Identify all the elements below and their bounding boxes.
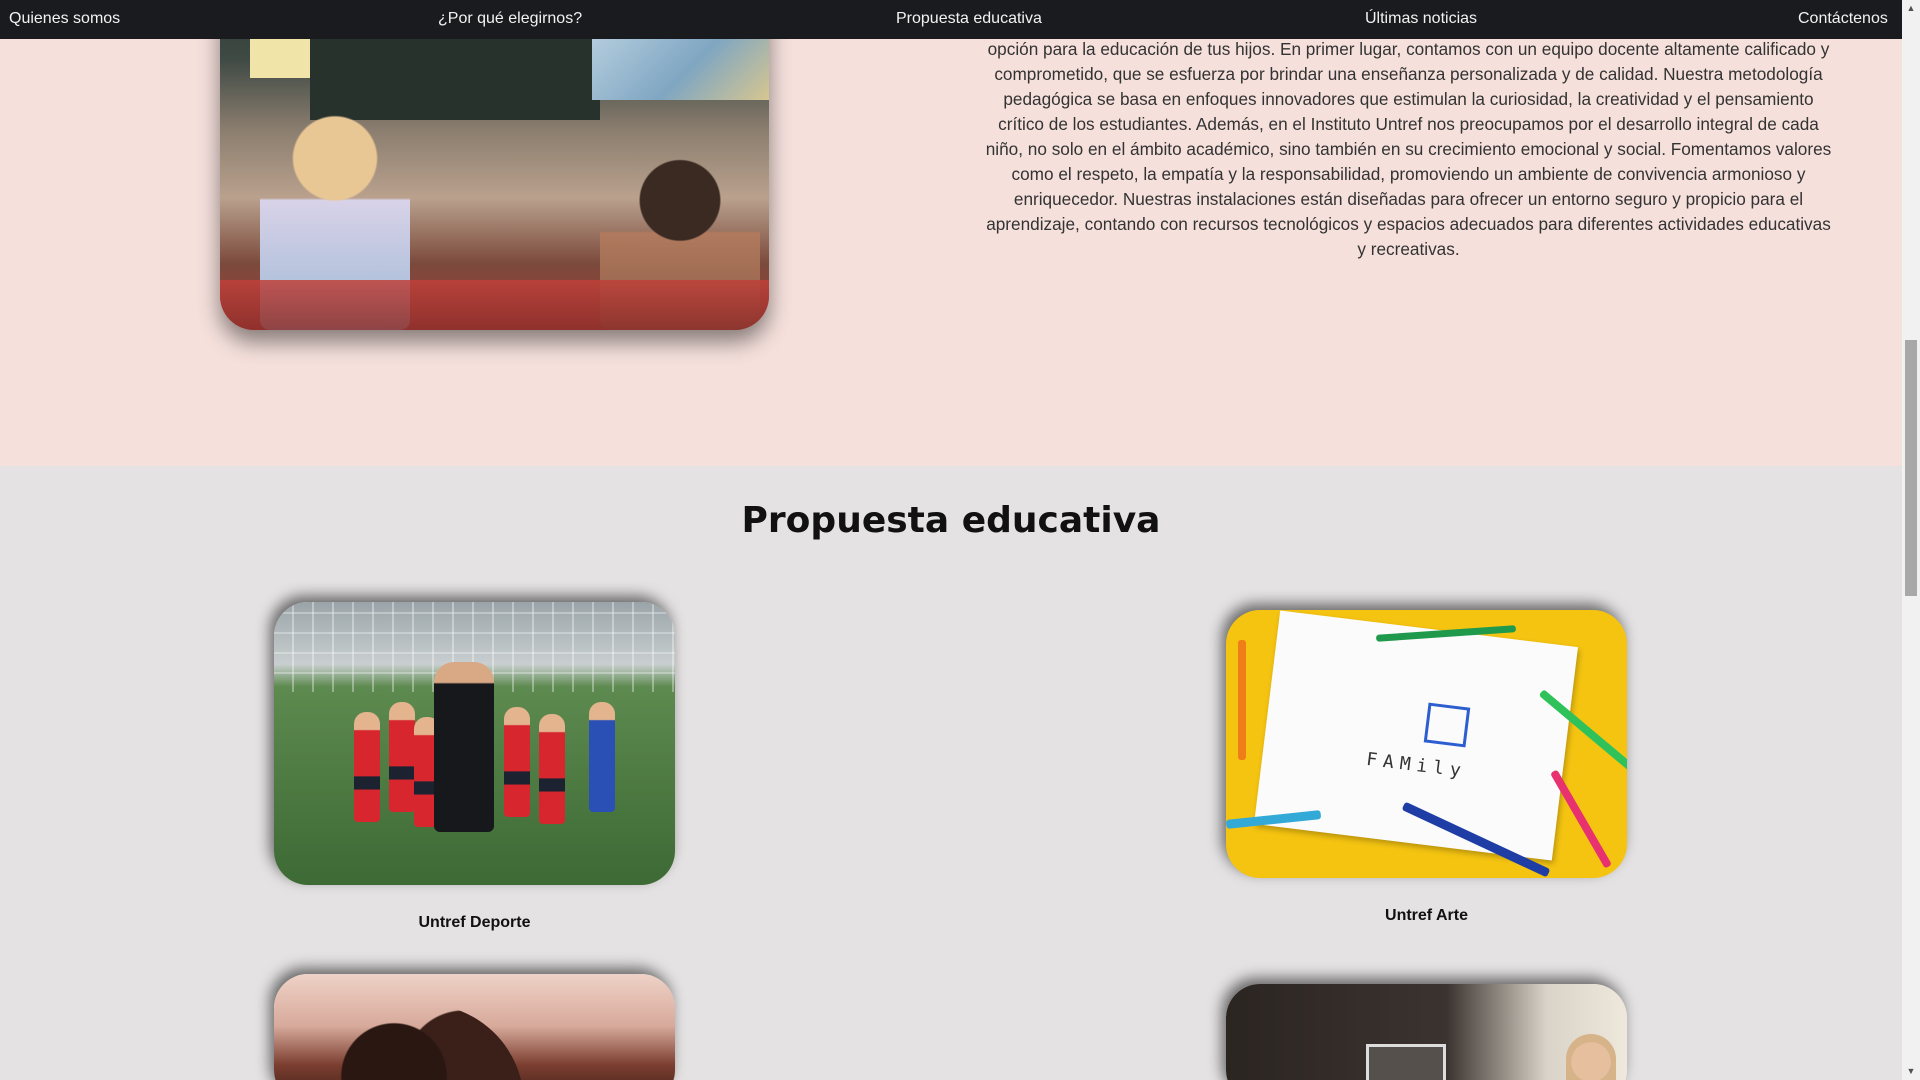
- nav-link-por-que-elegirnos[interactable]: ¿Por qué elegirnos?: [438, 10, 582, 28]
- arte-card-image[interactable]: FAMily: [1226, 610, 1627, 878]
- printer-machine-detail: [1366, 1044, 1446, 1080]
- soccer-player-figure: [539, 714, 565, 824]
- soccer-player-figure: [504, 707, 530, 817]
- soccer-player-figure: [589, 702, 615, 812]
- scroll-down-arrow-icon[interactable]: ▼: [1902, 1063, 1920, 1080]
- why-choose-us-text: opción para la educación de tus hijos. E…: [985, 39, 1832, 259]
- scrollbar-thumb[interactable]: [1905, 340, 1917, 596]
- people-hair-detail: [324, 1004, 524, 1080]
- desk-detail: [220, 280, 769, 330]
- card-label-deporte[interactable]: Untref Deporte: [274, 914, 675, 932]
- pink-marker: [1550, 769, 1612, 869]
- card-image-partial[interactable]: [1226, 984, 1627, 1080]
- nav-link-propuesta-educativa[interactable]: Propuesta educativa: [896, 10, 1042, 28]
- coach-figure: [434, 662, 494, 832]
- house-drawing: [1423, 702, 1471, 748]
- card-image-partial[interactable]: [274, 974, 675, 1080]
- nav-link-quienes-somos[interactable]: Quienes somos: [9, 10, 120, 28]
- deporte-card-image[interactable]: [274, 602, 675, 885]
- why-choose-us-section: opción para la educación de tus hijos. E…: [0, 0, 1902, 466]
- nav-link-ultimas-noticias[interactable]: Últimas noticias: [1365, 10, 1477, 28]
- drawing-paper: [1254, 610, 1578, 861]
- soccer-player-figure: [389, 702, 415, 812]
- section-title: Propuesta educativa: [741, 500, 1161, 541]
- card-label-arte[interactable]: Untref Arte: [1226, 907, 1627, 925]
- orange-marker: [1238, 640, 1246, 760]
- nav-link-contactenos[interactable]: Contáctenos: [1798, 10, 1888, 28]
- child-figure: [1566, 1034, 1616, 1080]
- top-navigation: Quienes somos ¿Por qué elegirnos? Propue…: [0, 0, 1902, 39]
- soccer-player-figure: [354, 712, 380, 822]
- classroom-photo: [220, 0, 769, 330]
- scroll-up-arrow-icon[interactable]: ▲: [1902, 0, 1920, 17]
- vertical-scrollbar[interactable]: ▲ ▼: [1902, 0, 1920, 1080]
